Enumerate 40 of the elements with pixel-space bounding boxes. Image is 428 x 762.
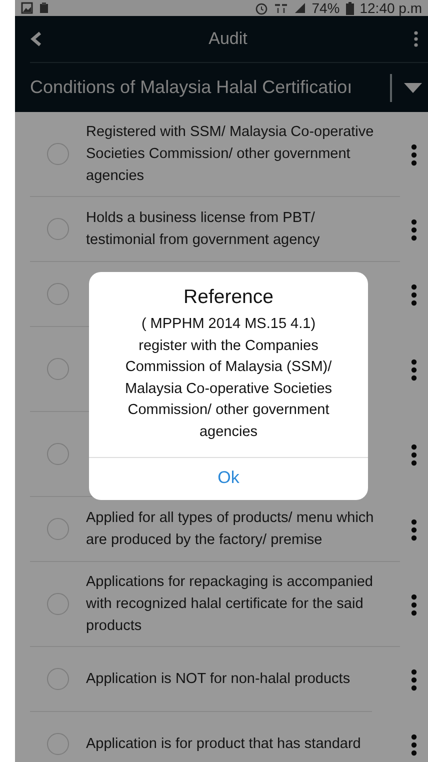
more-options-icon[interactable] [410, 358, 418, 380]
checklist-item-text: Application is for product that has standard [86, 735, 362, 754]
radio-button[interactable] [47, 733, 69, 755]
dialog-message: ( MPPHM 2014 MS.15 4.1) register with the Companies Commission of Malaysia (SSM)/ Malaysia Co-operative Societies Commission/ other government agencies [124, 315, 334, 442]
network-icon [274, 2, 288, 14]
more-options-icon[interactable] [410, 218, 418, 240]
dialog-title: Reference [184, 286, 274, 309]
gallery-icon [21, 2, 33, 14]
checklist-item-text: Applied for all types of products/ menu which are produced by the factory/ premise [86, 509, 375, 550]
radio-button[interactable] [47, 143, 69, 165]
more-options-icon[interactable] [410, 284, 418, 306]
alarm-icon [254, 2, 268, 14]
checklist-item-text: Registered with SSM/ Malaysia Co-operative Societies Commission/ other government agencies [86, 123, 375, 186]
section-dropdown[interactable]: Conditions of Malaysia Halal Certificatioı [30, 77, 378, 98]
checklist-item-text: Application is NOT for non-halal products [86, 670, 352, 689]
clock-time: 12:40 p.m [360, 0, 422, 16]
dropdown-caret-icon[interactable] [404, 82, 422, 92]
more-options-icon[interactable] [410, 734, 418, 756]
more-options-icon[interactable] [410, 518, 418, 540]
radio-button[interactable] [47, 358, 69, 380]
radio-button[interactable] [47, 443, 69, 465]
signal-icon [294, 2, 306, 14]
clipboard-icon [39, 2, 49, 14]
radio-button[interactable] [47, 283, 69, 305]
radio-button[interactable] [47, 218, 69, 240]
battery-icon [346, 2, 354, 14]
radio-button[interactable] [47, 593, 69, 615]
battery-percent: 74% [312, 0, 340, 16]
checklist-item-text: Holds a business license from PBT/ testimonial from government agency [86, 209, 321, 250]
more-menu-icon[interactable] [414, 31, 418, 47]
radio-button[interactable] [47, 668, 69, 690]
more-options-icon[interactable] [410, 444, 418, 466]
more-options-icon[interactable] [410, 144, 418, 166]
back-icon[interactable] [30, 31, 42, 47]
more-options-icon[interactable] [410, 594, 418, 616]
checklist-item-text: Applications for repackaging is accompanied with recognized halal certificate for the said products [86, 573, 374, 636]
radio-button[interactable] [47, 518, 69, 540]
screen-title: Audit [208, 29, 248, 49]
more-options-icon[interactable] [410, 668, 418, 690]
ok-button[interactable]: Ok [198, 458, 260, 500]
